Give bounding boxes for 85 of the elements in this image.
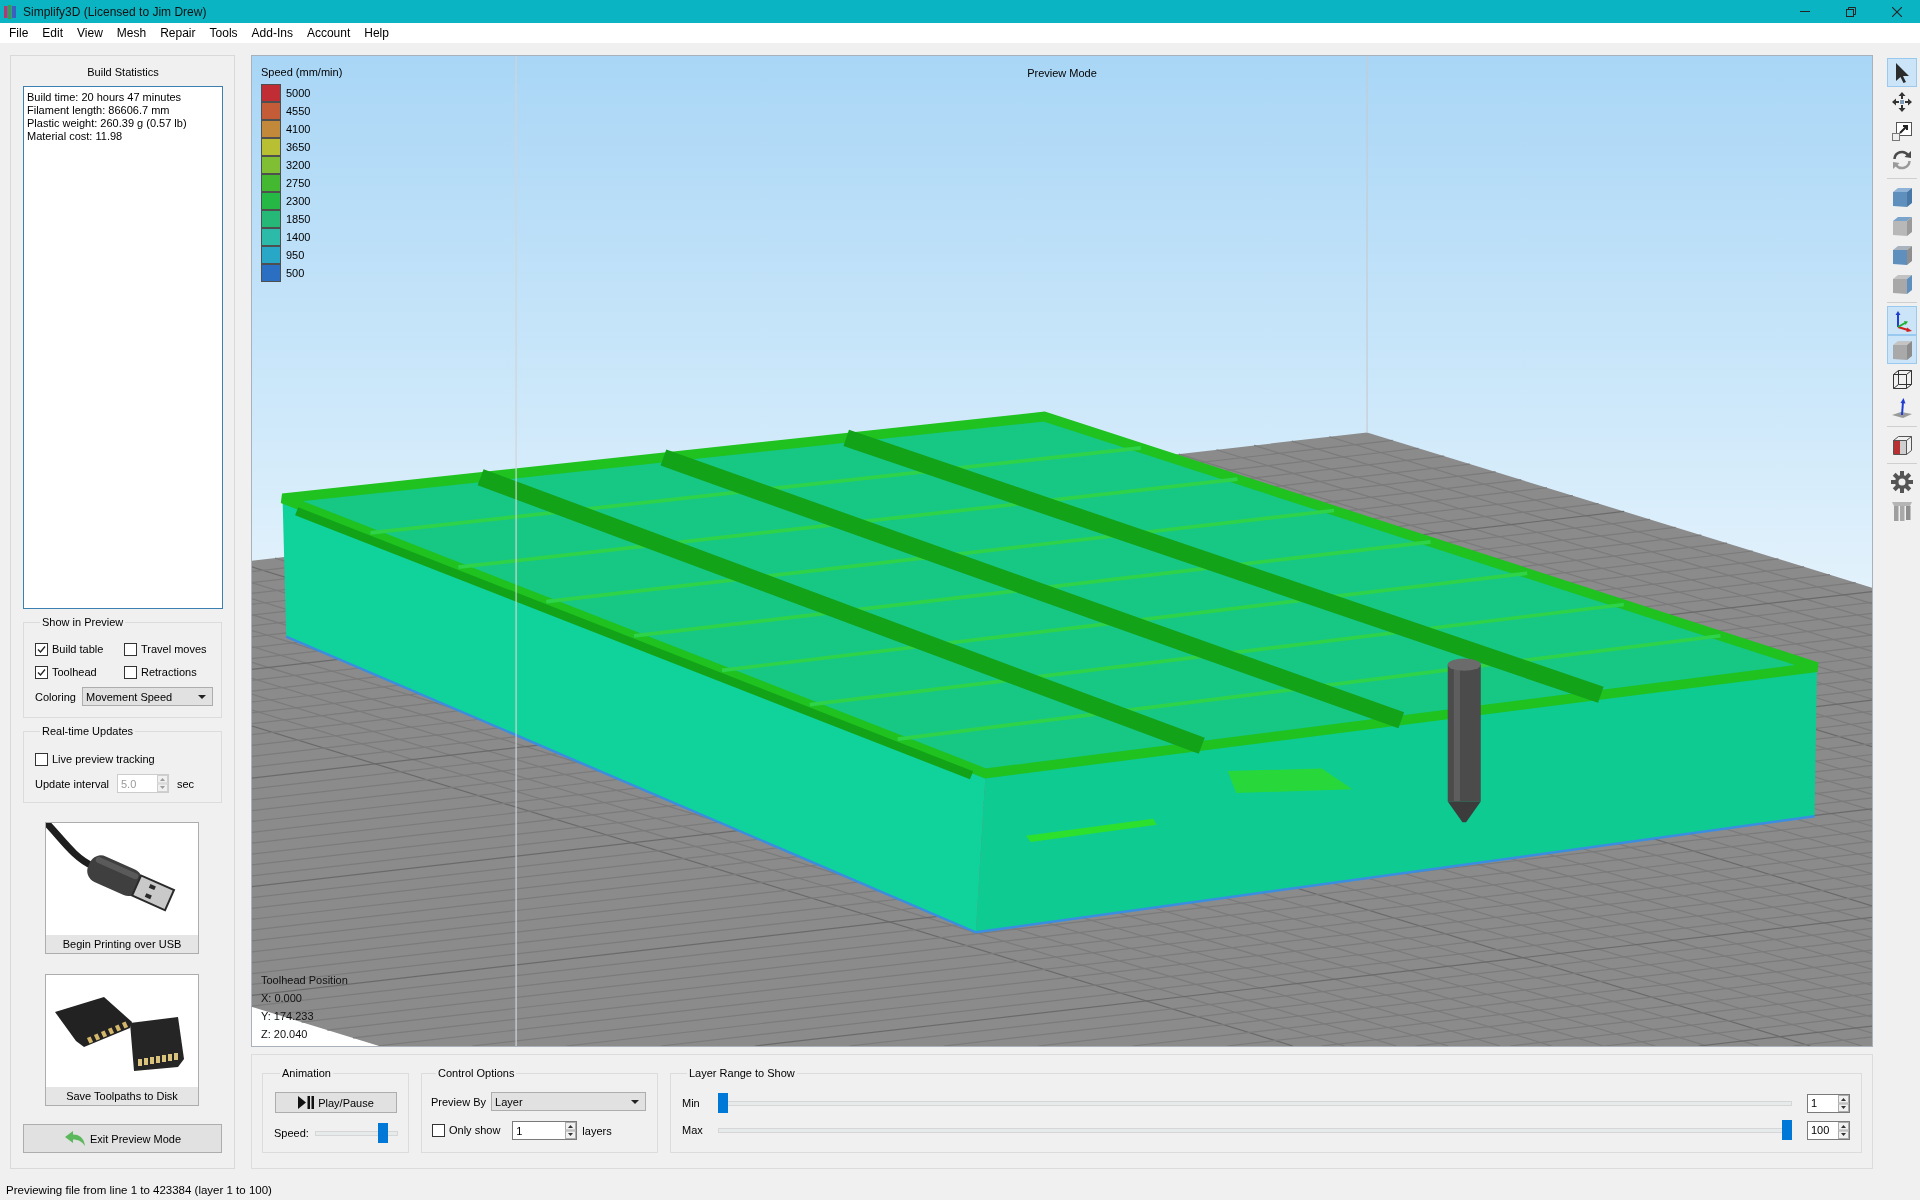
unit-label: sec: [177, 777, 195, 790]
menu-item[interactable]: Mesh: [109, 24, 154, 42]
statistics-line: Filament length: 86606.7 mm: [27, 104, 171, 117]
menu-item[interactable]: Account: [299, 24, 358, 42]
spin-arrows-icon[interactable]: [1838, 1121, 1849, 1139]
app-logo-icon: [4, 4, 16, 19]
slider-thumb[interactable]: [718, 1093, 728, 1113]
slider-thumb[interactable]: [377, 1123, 388, 1143]
unit-label: layers: [582, 1124, 612, 1137]
layer-count-field[interactable]: 1: [512, 1121, 578, 1140]
menu-item[interactable]: Repair: [153, 24, 203, 42]
group-title: Show in Preview: [41, 616, 125, 629]
caret-icon: [197, 694, 206, 699]
speed-slider[interactable]: [314, 1123, 398, 1143]
field-label: Min: [682, 1097, 701, 1109]
checkbox[interactable]: [124, 643, 137, 656]
legend-title: Speed (mm/min): [261, 65, 343, 79]
coordinate-readout: Y: 174.233: [261, 1009, 315, 1024]
group-title: Control Options: [437, 1067, 516, 1080]
checkbox[interactable]: [35, 643, 48, 656]
legend-value: 5000: [286, 87, 311, 99]
play-pause-button[interactable]: Play/Pause: [275, 1092, 397, 1113]
menu-item[interactable]: Edit: [35, 24, 71, 42]
checkbox-label: Toolhead: [52, 666, 97, 679]
statistics-line: Plastic weight: 260.39 g (0.57 lb): [27, 117, 188, 130]
group-title: Layer Range to Show: [688, 1067, 796, 1080]
statistics-line: Material cost: 11.98: [27, 130, 124, 143]
layer-number-field[interactable]: 1: [1807, 1093, 1850, 1113]
preview-by-dropdown[interactable]: Layer: [491, 1092, 647, 1111]
legend-value: 1400: [286, 231, 311, 243]
layer-number-field[interactable]: 100: [1807, 1120, 1850, 1140]
restore-icon[interactable]: [1846, 6, 1856, 17]
spin-arrows-icon[interactable]: [565, 1122, 577, 1139]
legend-value: 1850: [286, 213, 311, 225]
close-icon[interactable]: [1892, 6, 1902, 17]
caret-icon: [631, 1099, 640, 1104]
checkbox-label: Retractions: [141, 666, 197, 679]
panel-title: Build Statistics: [86, 66, 160, 79]
legend-value: 950: [286, 249, 305, 261]
checkbox-label: Only show: [449, 1124, 501, 1137]
menu-item[interactable]: Tools: [202, 24, 245, 42]
legend-value: 4550: [286, 105, 311, 117]
status-text: Previewing file from line 1 to 423384 (layer 1 to 100): [6, 1183, 272, 1196]
checkbox[interactable]: [432, 1124, 445, 1137]
coordinate-readout: Z: 20.040: [261, 1027, 309, 1042]
menu-item[interactable]: Add-Ins: [244, 24, 300, 42]
statistics-text-area[interactable]: Build time: 20 hours 47 minutes Filament length: 86606.7 mm Plastic weight: 260.39 g (0.57 lb) Material cost: 11.98: [23, 86, 223, 609]
preview-viewport[interactable]: Speed (mm/min) 5000 4550 4100 3650 3200 2750 2300 1850 1400 950 500 Preview Mode Toolhead Position X: 0.000 Y: 174.233 Z: 20.040: [251, 55, 1873, 1047]
legend-value: 2750: [286, 177, 311, 189]
statistics-line: Build time: 20 hours 47 minutes: [27, 91, 183, 104]
slider-thumb[interactable]: [1782, 1120, 1792, 1140]
checkbox[interactable]: [124, 666, 137, 679]
coordinate-readout: X: 0.000: [261, 991, 303, 1006]
legend-value: 2300: [286, 195, 311, 207]
mode-label: Preview Mode: [1026, 67, 1098, 79]
checkbox-label: Travel moves: [141, 643, 207, 656]
field-label: Coloring: [35, 690, 76, 703]
group-title: Real-time Updates: [41, 725, 135, 738]
legend-value: 500: [286, 267, 305, 279]
window-title: Simplify3D (Licensed to Jim Drew): [23, 4, 207, 19]
layer-slider[interactable]: [718, 1093, 1792, 1113]
legend-value: 3200: [286, 159, 311, 171]
group-title: Animation: [281, 1067, 332, 1080]
menu-item[interactable]: Help: [357, 24, 396, 42]
checkbox-label: Build table: [52, 643, 104, 656]
usb-print-button[interactable]: Begin Printing over USB: [45, 822, 199, 954]
menu-item[interactable]: View: [70, 24, 110, 42]
legend-value: 3650: [286, 141, 311, 153]
field-label: Speed:: [274, 1127, 309, 1139]
spin-arrows-icon[interactable]: [1838, 1094, 1849, 1112]
coloring-dropdown[interactable]: Movement Speed: [81, 687, 213, 706]
field-label: Max: [682, 1124, 704, 1136]
exit-preview-button[interactable]: Exit Preview Mode: [23, 1124, 222, 1153]
checkbox[interactable]: [35, 666, 48, 679]
checkbox-label: Live preview tracking: [52, 753, 155, 766]
menu-item[interactable]: File: [2, 24, 36, 42]
field-label: Update interval: [35, 777, 109, 790]
toolhead-position-title: Toolhead Position: [261, 973, 348, 988]
checkbox[interactable]: [35, 753, 48, 766]
play-pause-icon: [298, 1096, 315, 1109]
field-label: Preview By: [431, 1095, 487, 1108]
legend-value: 4100: [286, 123, 311, 135]
layer-slider[interactable]: [718, 1120, 1792, 1140]
save-to-disk-button[interactable]: Save Toolpaths to Disk: [45, 974, 199, 1106]
back-arrow-icon: [63, 1130, 86, 1147]
